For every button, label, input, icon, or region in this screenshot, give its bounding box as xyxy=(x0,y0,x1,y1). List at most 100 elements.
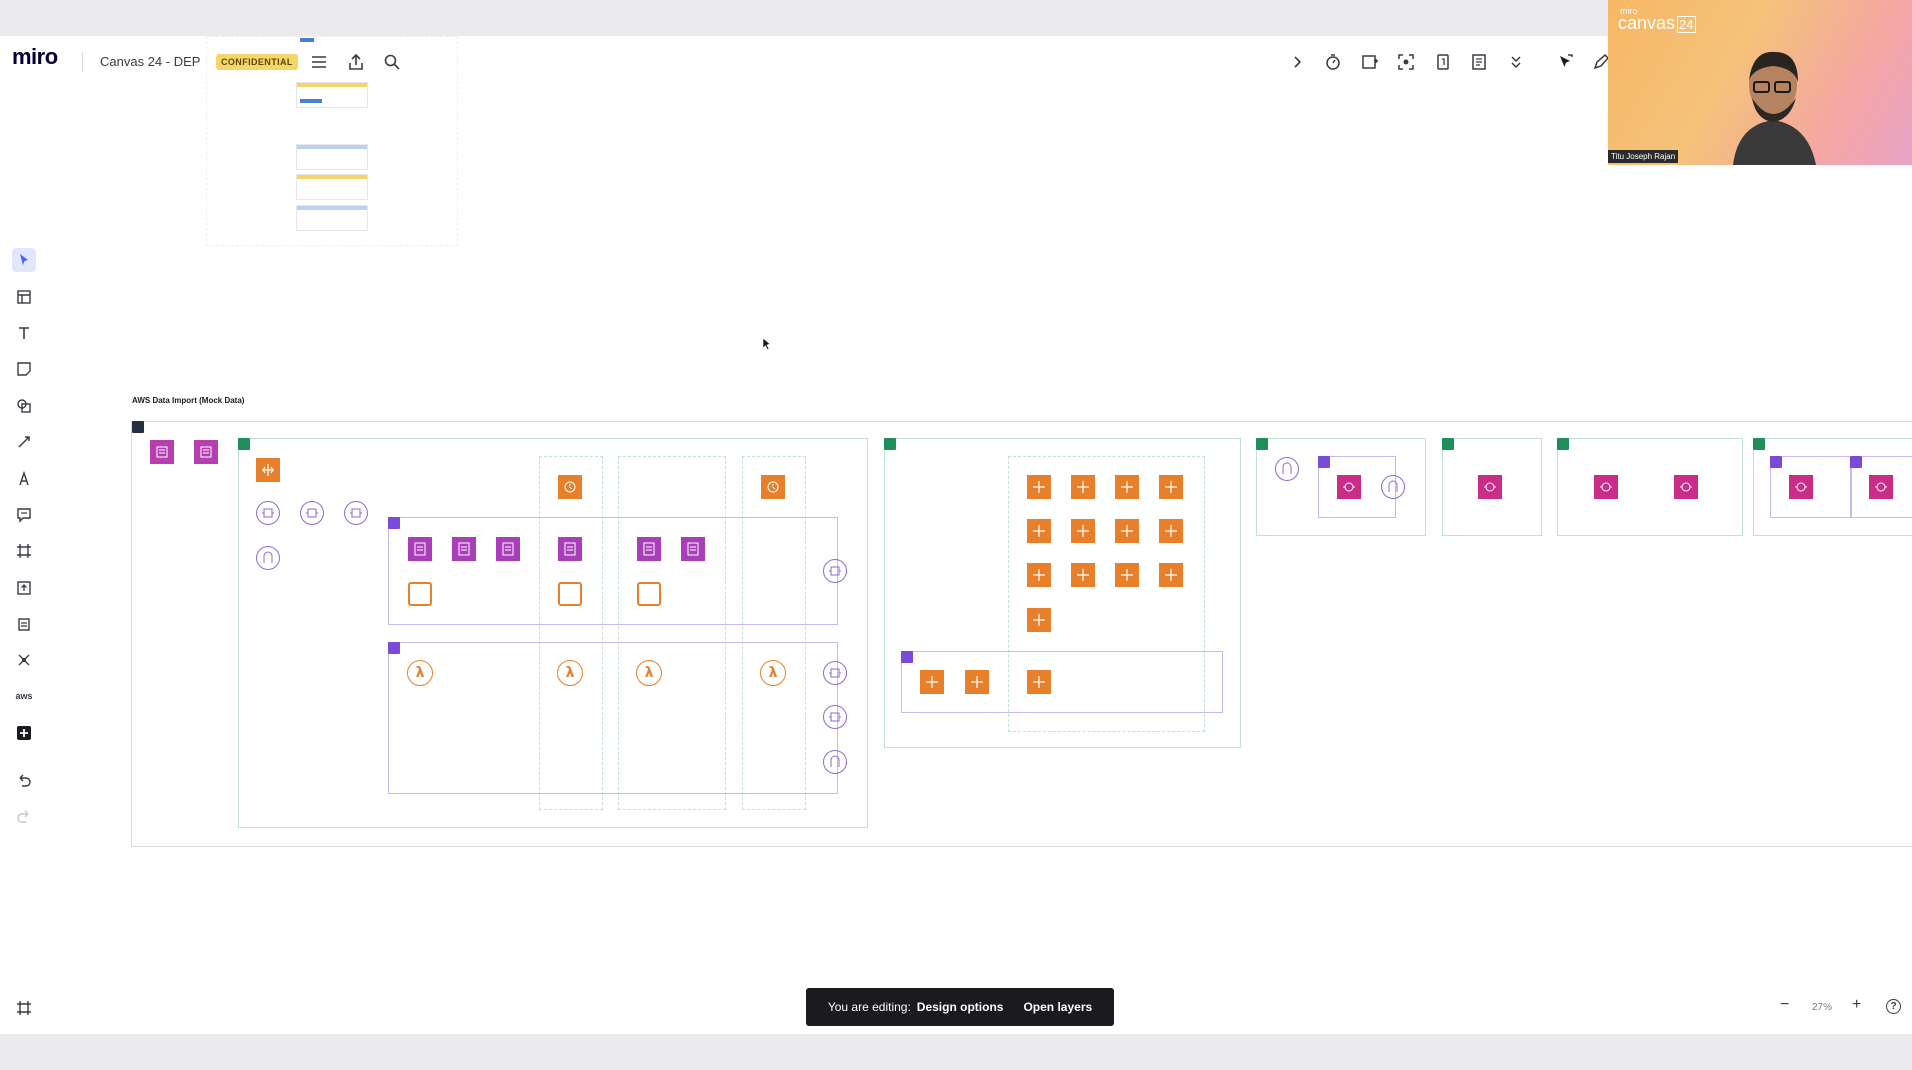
endpoint-icon[interactable] xyxy=(823,705,847,729)
gateway-icon[interactable] xyxy=(1381,475,1405,499)
compute-icon[interactable] xyxy=(1027,519,1051,543)
zoom-in-button[interactable]: + xyxy=(1852,996,1861,1014)
select-tool-icon[interactable] xyxy=(12,248,36,272)
compute-icon[interactable] xyxy=(965,670,989,694)
lambda-icon[interactable]: λ xyxy=(557,660,583,686)
participant-name: Titu Joseph Rajan xyxy=(1608,150,1679,163)
counter-icon[interactable] xyxy=(1432,51,1454,73)
text-tool-icon[interactable] xyxy=(12,321,36,345)
security-group[interactable] xyxy=(388,517,838,625)
service-icon[interactable] xyxy=(1478,475,1502,499)
templates-icon[interactable] xyxy=(12,285,36,309)
compute-icon[interactable] xyxy=(1115,563,1139,587)
help-label: ? xyxy=(1890,1001,1897,1012)
endpoint-icon[interactable] xyxy=(256,501,280,525)
compute-icon[interactable] xyxy=(1027,563,1051,587)
compute-icon[interactable] xyxy=(1159,475,1183,499)
mouse-cursor-icon xyxy=(762,337,772,356)
lambda-icon[interactable]: λ xyxy=(407,660,433,686)
region-icon xyxy=(1557,438,1569,450)
chip-icon[interactable] xyxy=(408,582,432,606)
frames-panel-icon[interactable] xyxy=(12,996,36,1020)
lambda-icon[interactable]: λ xyxy=(636,660,662,686)
service-icon[interactable] xyxy=(1674,475,1698,499)
chip-icon[interactable] xyxy=(637,582,661,606)
endpoint-icon[interactable] xyxy=(823,661,847,685)
service-icon[interactable] xyxy=(1869,475,1893,499)
mini-card[interactable] xyxy=(296,82,368,108)
voting-icon[interactable] xyxy=(1359,51,1381,73)
database-icon[interactable] xyxy=(681,537,705,561)
service-icon[interactable] xyxy=(1337,475,1361,499)
notes-icon[interactable] xyxy=(1468,51,1490,73)
sticky-note-icon[interactable] xyxy=(12,357,36,381)
compute-icon[interactable] xyxy=(1115,519,1139,543)
open-layers-button[interactable]: Open layers xyxy=(1023,1000,1092,1014)
editing-target[interactable]: Design options xyxy=(917,1000,1004,1014)
compute-icon[interactable] xyxy=(1027,475,1051,499)
endpoint-icon[interactable] xyxy=(344,501,368,525)
compute-icon[interactable] xyxy=(1115,475,1139,499)
gateway-icon[interactable] xyxy=(1275,457,1299,481)
database-icon[interactable] xyxy=(496,537,520,561)
draw-icon[interactable] xyxy=(12,467,36,491)
mini-card[interactable] xyxy=(296,205,368,231)
compute-icon[interactable] xyxy=(920,670,944,694)
mini-card[interactable] xyxy=(296,144,368,170)
aws-cloud-icon xyxy=(132,421,144,433)
mind-map-icon[interactable] xyxy=(12,648,36,672)
security-group-icon xyxy=(388,642,400,654)
more-chevron-icon[interactable] xyxy=(1505,51,1527,73)
video-event: canvas xyxy=(1618,13,1676,33)
frame-icon[interactable] xyxy=(12,539,36,563)
gateway-icon[interactable] xyxy=(256,546,280,570)
nat-icon[interactable] xyxy=(761,475,785,499)
database-icon[interactable] xyxy=(408,537,432,561)
aws-icon[interactable]: aws xyxy=(12,684,36,708)
s3-bucket-icon[interactable] xyxy=(150,440,174,464)
compute-icon[interactable] xyxy=(1027,608,1051,632)
database-icon[interactable] xyxy=(558,537,582,561)
security-group[interactable] xyxy=(901,651,1223,713)
help-icon[interactable]: ? xyxy=(1886,999,1901,1014)
upload-tool-icon[interactable] xyxy=(12,576,36,600)
mini-card[interactable] xyxy=(296,174,368,200)
chevron-right-icon[interactable] xyxy=(1286,51,1308,73)
compute-icon[interactable] xyxy=(1071,475,1095,499)
miro-logo[interactable]: miro xyxy=(12,44,58,70)
database-icon[interactable] xyxy=(452,537,476,561)
region-group[interactable] xyxy=(1557,438,1743,536)
compute-icon[interactable] xyxy=(1027,670,1051,694)
chip-icon[interactable] xyxy=(558,582,582,606)
s3-bucket-icon[interactable] xyxy=(194,440,218,464)
video-feed[interactable]: miro canvas 24 Titu Joseph Rajan xyxy=(1608,0,1912,165)
focus-icon[interactable] xyxy=(1395,51,1417,73)
stack-icon[interactable] xyxy=(12,612,36,636)
service-icon[interactable] xyxy=(1789,475,1813,499)
add-app-icon[interactable] xyxy=(12,721,36,745)
gateway-icon[interactable] xyxy=(823,750,847,774)
compute-icon[interactable] xyxy=(256,458,280,482)
nat-icon[interactable] xyxy=(558,475,582,499)
compute-icon[interactable] xyxy=(1159,563,1183,587)
diagram-title[interactable]: AWS Data Import (Mock Data) xyxy=(132,396,244,405)
service-icon[interactable] xyxy=(1594,475,1618,499)
endpoint-icon[interactable] xyxy=(300,501,324,525)
compute-icon[interactable] xyxy=(1071,519,1095,543)
compute-icon[interactable] xyxy=(1159,519,1183,543)
timer-icon[interactable] xyxy=(1322,51,1344,73)
pointer-icon[interactable] xyxy=(1554,51,1576,73)
database-icon[interactable] xyxy=(637,537,661,561)
comment-icon[interactable] xyxy=(12,503,36,527)
connector-icon[interactable] xyxy=(12,430,36,454)
zoom-level[interactable]: 27% xyxy=(1812,1002,1832,1013)
security-group-icon xyxy=(1318,456,1330,468)
undo-icon[interactable] xyxy=(12,768,36,792)
compute-icon[interactable] xyxy=(1071,563,1095,587)
board-title[interactable]: Canvas 24 - DEP xyxy=(100,54,200,69)
redo-icon[interactable] xyxy=(12,804,36,828)
endpoint-icon[interactable] xyxy=(823,559,847,583)
shapes-icon[interactable] xyxy=(12,394,36,418)
lambda-icon[interactable]: λ xyxy=(760,660,786,686)
zoom-out-button[interactable]: − xyxy=(1780,996,1789,1014)
